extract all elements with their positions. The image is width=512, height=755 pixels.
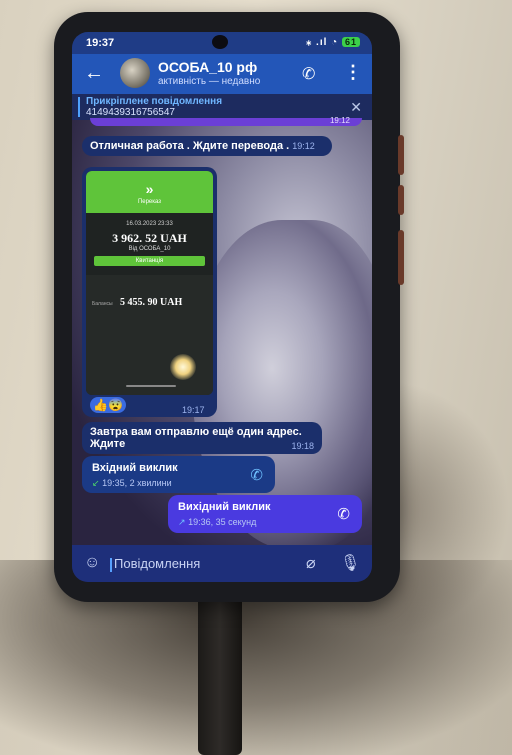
message-text: Завтра вам отправлю ещё один адрес. Ждит… <box>90 426 302 450</box>
chat-header: ← ОСОБА_10 рф активність — недавно ✆ ⋮ <box>72 54 372 94</box>
back-arrow-icon[interactable]: ← <box>84 62 104 85</box>
status-time: 19:37 <box>86 37 115 49</box>
avatar[interactable] <box>120 58 150 88</box>
message-text: Отличная работа . Ждите перевода . <box>90 140 290 152</box>
message-input-bar: ☺ Повідомлення ⌀ 🎙 <box>72 545 372 582</box>
phone-screen: 19:37 ⁎ .ıl ◔ 61 ← ОСОБА_10 рф активніст… <box>72 32 372 582</box>
power-button <box>398 185 404 215</box>
receipt-amount: 3 962. 52 UAH <box>112 231 187 245</box>
receipt-date: 16.03.2023 23:33 <box>126 221 173 227</box>
call-meta: ↗ 19:36, 35 секунд <box>178 517 256 528</box>
pinned-indicator <box>78 97 80 117</box>
charging-cable <box>198 585 242 755</box>
receipt-button: Квитанція <box>94 256 205 266</box>
message-time: 19:17 <box>182 405 205 415</box>
home-indicator <box>126 385 176 387</box>
microphone-icon[interactable]: 🎙 <box>340 553 360 573</box>
camera-notch <box>212 35 228 49</box>
message-input[interactable]: Повідомлення <box>110 556 200 572</box>
message-time: 19:12 <box>329 116 350 125</box>
text-caret <box>110 557 112 572</box>
previous-message-bubble <box>90 118 362 126</box>
phone-call-icon[interactable]: ✆ <box>250 466 263 484</box>
light-glare <box>170 354 196 380</box>
receipt-header: » Переказ <box>86 171 213 213</box>
call-title: Вхідний виклик <box>92 462 178 474</box>
call-meta: ↙ 19:35, 2 хвилини <box>92 478 172 489</box>
pinned-title: Прикріплене повідомлення <box>86 96 223 107</box>
signal-wifi-icons: ⁎ .ıl ◔ <box>306 37 339 48</box>
close-icon[interactable]: ✕ <box>350 99 362 116</box>
receipt-photo[interactable]: » Переказ 16.03.2023 23:33 3 962. 52 UAH… <box>86 171 213 395</box>
transfer-arrows-icon: » <box>145 181 154 197</box>
status-icons: ⁎ .ıl ◔ 61 <box>306 37 360 48</box>
message-time: 19:18 <box>291 441 314 451</box>
call-duration: 19:35, 2 хвилини <box>102 478 172 488</box>
pinned-message-bar[interactable]: Прикріплене повідомлення 414943931675654… <box>72 94 372 120</box>
incoming-arrow-icon: ↙ <box>92 478 100 488</box>
message-time: 19:12 <box>292 141 315 151</box>
side-button <box>398 230 404 285</box>
receipt-subtitle: Переказ <box>137 199 162 205</box>
receipt-from: Від ОСОБА_10 <box>128 246 171 252</box>
more-menu-icon[interactable]: ⋮ <box>344 62 362 83</box>
receipt-panel-label: Балансы <box>92 301 113 307</box>
battery-icon: 61 <box>341 37 360 47</box>
chat-status: активність — недавно <box>158 76 261 87</box>
message-bubble[interactable]: Завтра вам отправлю ещё один адрес. Ждит… <box>82 422 322 454</box>
chat-title[interactable]: ОСОБА_10 рф <box>158 59 257 75</box>
volume-button <box>398 135 404 175</box>
outgoing-arrow-icon: ↗ <box>178 517 186 527</box>
incoming-call-bubble[interactable]: Вхідний виклик ↙ 19:35, 2 хвилини ✆ <box>82 456 275 493</box>
call-duration: 19:36, 35 секунд <box>188 517 257 527</box>
attach-icon[interactable]: ⌀ <box>306 553 316 573</box>
receipt-balance: 5 455. 90 UAH <box>120 297 183 308</box>
message-placeholder: Повідомлення <box>114 556 201 571</box>
status-bar: 19:37 ⁎ .ıl ◔ 61 <box>72 32 372 54</box>
message-bubble[interactable]: Отличная работа . Ждите перевода . 19:12 <box>82 136 332 156</box>
reaction-emoji[interactable]: 👍😨 <box>90 397 126 413</box>
phone-call-icon[interactable]: ✆ <box>337 505 350 523</box>
pinned-text: 4149439316756547 <box>86 107 175 118</box>
call-title: Вихідний виклик <box>178 501 271 513</box>
message-reactions[interactable]: 👍😨 <box>90 397 126 413</box>
receipt-panel <box>86 275 213 395</box>
emoji-icon[interactable]: ☺ <box>84 554 100 572</box>
phone-call-icon[interactable]: ✆ <box>302 64 315 84</box>
outgoing-call-bubble[interactable]: Вихідний виклик ↗ 19:36, 35 секунд ✆ <box>168 495 362 533</box>
